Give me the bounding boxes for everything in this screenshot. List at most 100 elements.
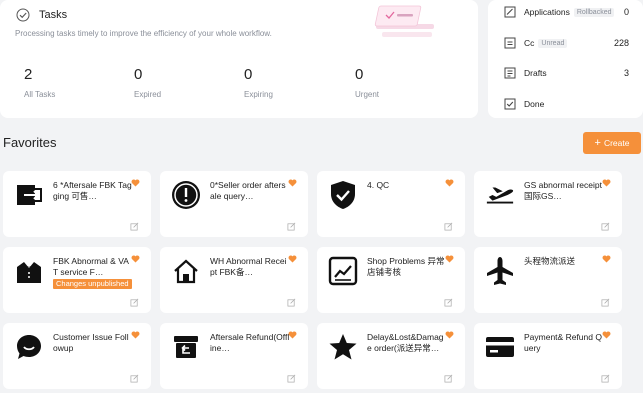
edit-icon[interactable] — [287, 222, 296, 231]
heart-icon[interactable] — [131, 179, 140, 187]
heart-icon[interactable] — [288, 331, 297, 339]
edit-icon[interactable] — [130, 222, 139, 231]
edit-icon[interactable] — [130, 374, 139, 383]
favorite-card[interactable]: 4. QC — [317, 171, 465, 237]
exit-icon — [14, 180, 44, 210]
summary-label: Drafts — [524, 68, 547, 78]
refund-box-icon — [171, 332, 201, 362]
heart-icon[interactable] — [131, 331, 140, 339]
status-badge: Rollbacked — [573, 7, 615, 17]
summary-item-applications[interactable]: Applications Rollbacked 0 — [504, 4, 629, 20]
favorite-card[interactable]: 6 *Aftersale FBK Tagging 可售… — [3, 171, 151, 237]
heart-icon[interactable] — [131, 255, 140, 263]
edit-icon[interactable] — [601, 374, 610, 383]
stat-value: 0 — [134, 66, 143, 83]
heart-icon[interactable] — [602, 179, 611, 187]
favorite-name: Customer Issue Followup — [53, 332, 129, 353]
drafts-icon — [504, 67, 516, 79]
credit-card-icon — [485, 332, 515, 362]
tasks-illustration — [374, 5, 434, 37]
status-badge: Unread — [538, 38, 568, 48]
summary-count: 0 — [623, 7, 629, 17]
summary-count: 228 — [613, 38, 629, 48]
tasks-subtitle: Processing tasks timely to improve the e… — [15, 29, 272, 38]
favorite-card[interactable]: Shop Problems 异常店铺考核 — [317, 247, 465, 313]
applications-icon — [504, 6, 516, 18]
heart-icon[interactable] — [445, 331, 454, 339]
favorite-card[interactable]: Aftersale Refund(Offline… — [160, 323, 308, 389]
tasks-title: Tasks — [39, 9, 68, 21]
airplane-takeoff-icon — [485, 180, 515, 210]
edit-icon[interactable] — [601, 222, 610, 231]
shield-check-icon — [328, 180, 358, 210]
summary-item-drafts[interactable]: Drafts 3 — [504, 65, 629, 81]
favorite-card[interactable]: FBK Abnormal & VAT service F… Changes un… — [3, 247, 151, 313]
stat-label: Expired — [134, 90, 162, 99]
favorite-name: Shop Problems 异常店铺考核 — [367, 256, 445, 277]
favorite-name: 0*Seller order aftersale query… — [210, 180, 286, 201]
edit-icon[interactable] — [287, 374, 296, 383]
chart-up-icon — [328, 256, 358, 286]
favorite-card[interactable]: GS abnormal receipt 国际GS… — [474, 171, 622, 237]
home-icon — [171, 256, 201, 286]
favorite-card[interactable]: Customer Issue Followup — [3, 323, 151, 389]
edit-icon[interactable] — [444, 222, 453, 231]
edit-icon[interactable] — [444, 298, 453, 307]
summary-label: Applications — [524, 7, 570, 17]
edit-icon[interactable] — [601, 298, 610, 307]
favorite-card[interactable]: WH Abnormal Receipt FBK备… — [160, 247, 308, 313]
check-circle-icon — [16, 8, 30, 22]
edit-icon[interactable] — [287, 298, 296, 307]
summary-count: 3 — [623, 68, 629, 78]
heart-icon[interactable] — [445, 179, 454, 187]
stat-value: 0 — [244, 66, 253, 83]
stat-urgent[interactable]: 0 Urgent — [355, 66, 445, 99]
stat-expired[interactable]: 0 Expired — [134, 66, 224, 99]
edit-icon[interactable] — [130, 298, 139, 307]
create-label: Create — [603, 138, 630, 148]
airplane-icon — [485, 256, 515, 286]
favorite-name: Payment& Refund Query — [524, 332, 602, 353]
favorite-name: Aftersale Refund(Offline… — [210, 332, 290, 353]
stat-expiring[interactable]: 0 Expiring — [244, 66, 334, 99]
heart-icon[interactable] — [445, 255, 454, 263]
favorite-card[interactable]: Payment& Refund Query — [474, 323, 622, 389]
favorites-title: Favorites — [3, 135, 57, 150]
favorite-name: GS abnormal receipt 国际GS… — [524, 180, 602, 201]
stat-label: Expiring — [244, 90, 273, 99]
favorite-name: Delay&Lost&Damage order(派送异常… — [367, 332, 444, 353]
summary-item-done[interactable]: Done — [504, 96, 629, 112]
tasks-card: Tasks Processing tasks timely to improve… — [0, 0, 478, 118]
stat-value: 0 — [355, 66, 364, 83]
heart-icon[interactable] — [602, 255, 611, 263]
stat-label: All Tasks — [24, 90, 56, 99]
tasks-header: Tasks — [16, 8, 67, 22]
summary-card: Applications Rollbacked 0 Cc Unread 228 … — [488, 0, 643, 118]
favorite-name: WH Abnormal Receipt FBK备… — [210, 256, 287, 277]
favorite-name: 头程物流派送 — [524, 256, 576, 266]
favorite-card[interactable]: Delay&Lost&Damage order(派送异常… — [317, 323, 465, 389]
favorite-card[interactable]: 头程物流派送 — [474, 247, 622, 313]
tuxedo-icon — [14, 256, 44, 286]
cc-icon — [504, 37, 516, 49]
star-icon — [328, 332, 358, 362]
favorite-name: 4. QC — [367, 180, 390, 190]
favorite-card[interactable]: 0*Seller order aftersale query… — [160, 171, 308, 237]
alert-circle-icon — [171, 180, 201, 210]
edit-icon[interactable] — [444, 374, 453, 383]
status-badge: Changes unpublished — [53, 279, 132, 289]
chat-bubble-icon — [14, 332, 44, 362]
favorite-name: 6 *Aftersale FBK Tagging 可售… — [53, 180, 132, 201]
stat-value: 2 — [24, 66, 33, 83]
summary-label: Cc — [524, 38, 535, 48]
plus-icon: + — [594, 137, 601, 149]
heart-icon[interactable] — [288, 179, 297, 187]
summary-item-cc[interactable]: Cc Unread 228 — [504, 35, 629, 51]
stat-all-tasks[interactable]: 2 All Tasks — [24, 66, 114, 99]
favorite-name: FBK Abnormal & VAT service F… — [53, 256, 129, 277]
heart-icon[interactable] — [288, 255, 297, 263]
stat-label: Urgent — [355, 90, 380, 99]
heart-icon[interactable] — [602, 331, 611, 339]
create-button[interactable]: + Create — [583, 132, 641, 154]
done-icon — [504, 98, 516, 110]
